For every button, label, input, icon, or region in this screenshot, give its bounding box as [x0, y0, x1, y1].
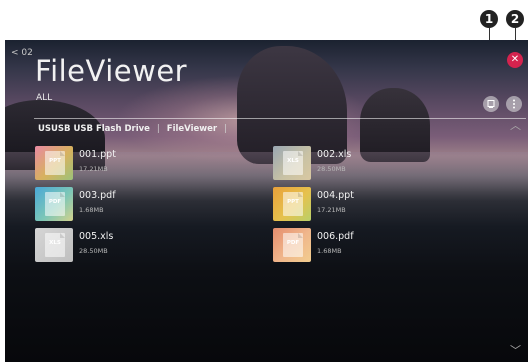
file-name: 005.xls	[79, 231, 114, 242]
file-name: 003.pdf	[79, 190, 116, 201]
tv-screen: < 02 FileViewer ALL ✕ USUSB USB Flash Dr…	[5, 40, 528, 362]
breadcrumb-separator: |	[224, 124, 227, 134]
file-thumbnail: PDF	[273, 228, 311, 262]
file-size: 1.68MB	[317, 247, 342, 255]
file-name: 004.ppt	[317, 190, 354, 201]
file-item[interactable]: XLS 002.xls 28.50MB	[273, 146, 473, 182]
file-item[interactable]: PPT 001.ppt 17.21MB	[35, 146, 235, 182]
chevron-down-icon[interactable]: ﹀	[510, 342, 521, 358]
breadcrumb-device[interactable]: USUSB USB Flash Drive	[38, 124, 150, 134]
file-item[interactable]: XLS 005.xls 28.50MB	[35, 228, 235, 264]
file-name: 006.pdf	[317, 231, 354, 242]
view-mode-button[interactable]	[483, 96, 499, 112]
file-size: 1.68MB	[79, 206, 104, 214]
file-size: 17.21MB	[317, 206, 346, 214]
file-type-label: PPT	[287, 199, 299, 205]
file-thumbnail: XLS	[35, 228, 73, 262]
file-name: 002.xls	[317, 149, 352, 160]
file-item[interactable]: PDF 003.pdf 1.68MB	[35, 187, 235, 223]
breadcrumb: USUSB USB Flash Drive | FileViewer |	[38, 124, 231, 134]
callout-marker-1: 1	[480, 10, 498, 28]
file-item[interactable]: PDF 006.pdf 1.68MB	[273, 228, 473, 264]
file-type-label: PDF	[48, 199, 62, 205]
breadcrumb-separator: |	[156, 124, 160, 134]
chevron-up-icon[interactable]: ︿	[510, 117, 521, 133]
back-button[interactable]: < 02	[11, 48, 33, 58]
close-button[interactable]: ✕	[507, 52, 523, 68]
file-size: 28.50MB	[317, 165, 346, 173]
file-item[interactable]: PPT 004.ppt 17.21MB	[273, 187, 473, 223]
file-type-label: PPT	[49, 158, 61, 164]
page-title: FileViewer	[35, 54, 188, 88]
file-thumbnail: PPT	[35, 146, 73, 180]
breadcrumb-folder[interactable]: FileViewer	[167, 124, 217, 134]
file-name: 001.ppt	[79, 149, 116, 160]
view-mode-icon	[487, 100, 495, 108]
file-thumbnail: PPT	[273, 187, 311, 221]
file-size: 17.21MB	[79, 165, 108, 173]
callout-marker-2: 2	[506, 10, 524, 28]
options-button[interactable]	[506, 96, 522, 112]
filter-label[interactable]: ALL	[36, 93, 52, 103]
more-options-icon	[513, 99, 515, 109]
file-thumbnail: PDF	[35, 187, 73, 221]
file-size: 28.50MB	[79, 247, 108, 255]
header-divider	[34, 118, 526, 119]
close-icon: ✕	[510, 54, 520, 65]
file-type-label: XLS	[287, 158, 299, 164]
file-type-label: PDF	[286, 240, 300, 246]
file-thumbnail: XLS	[273, 146, 311, 180]
file-type-label: XLS	[49, 240, 61, 246]
